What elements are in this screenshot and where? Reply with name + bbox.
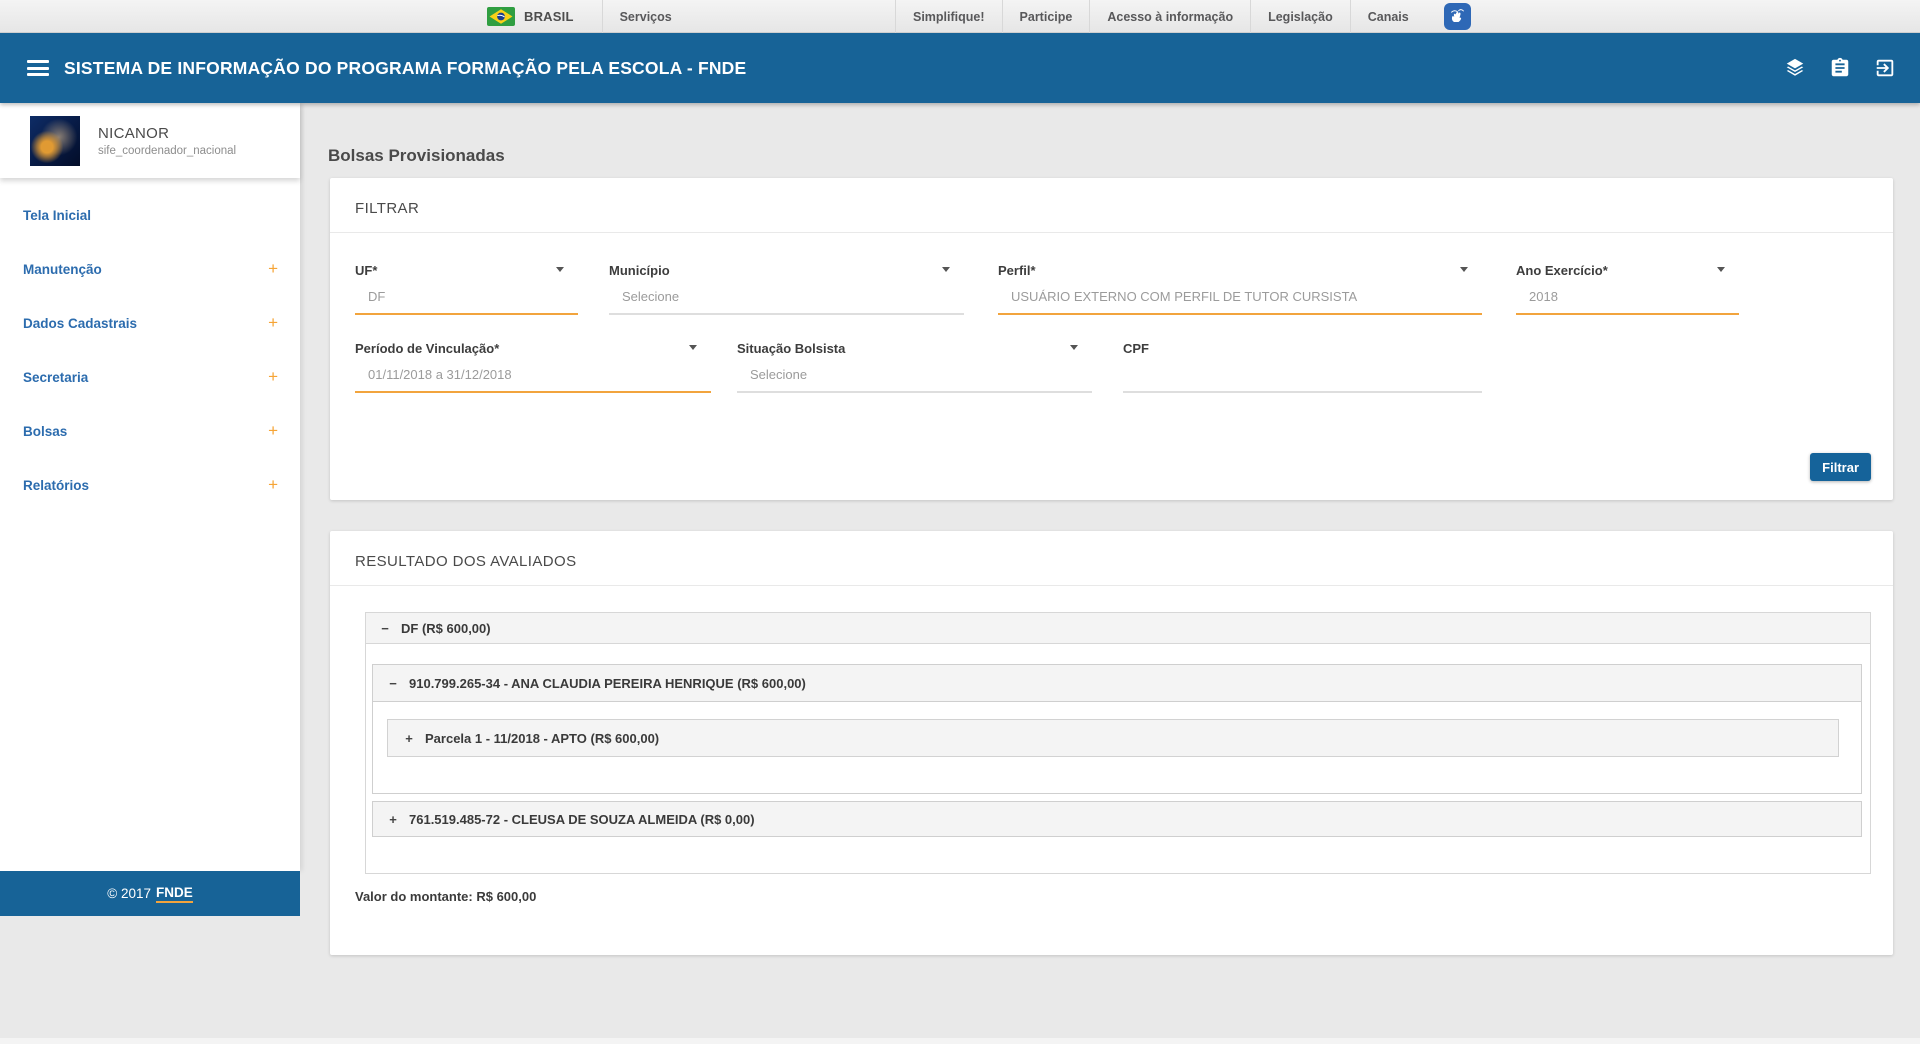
tree-item-header[interactable]: − 910.799.265-34 - ANA CLAUDIA PEREIRA H… bbox=[373, 665, 1861, 702]
situacao-bolsista-select[interactable]: Situação Bolsista Selecione bbox=[737, 341, 1092, 393]
bottom-scroll-strip bbox=[0, 1038, 1920, 1044]
govbar-item-participe[interactable]: Participe bbox=[1001, 0, 1090, 33]
tree-group-label: DF (R$ 600,00) bbox=[401, 620, 491, 636]
sidebar-item-bolsas[interactable]: Bolsas + bbox=[0, 404, 300, 458]
divider bbox=[330, 232, 1893, 233]
tree-item-cleusa[interactable]: + 761.519.485-72 - CLEUSA DE SOUZA ALMEI… bbox=[372, 801, 1862, 837]
uf-select[interactable]: UF* DF bbox=[355, 263, 578, 315]
periodo-vinculacao-select[interactable]: Período de Vinculação* 01/11/2018 a 31/1… bbox=[355, 341, 711, 393]
tree-item-parcela[interactable]: + Parcela 1 - 11/2018 - APTO (R$ 600,00) bbox=[387, 719, 1839, 757]
situacao-bolsista-label: Situação Bolsista bbox=[737, 341, 846, 356]
chevron-down-icon[interactable] bbox=[689, 345, 697, 350]
sidebar-item-manutencao[interactable]: Manutenção + bbox=[0, 242, 300, 296]
expand-plus-icon[interactable]: + bbox=[268, 421, 278, 441]
clipboard-icon[interactable] bbox=[1829, 57, 1851, 79]
chevron-down-icon[interactable] bbox=[1460, 267, 1468, 272]
municipio-select[interactable]: Município Selecione bbox=[609, 263, 964, 315]
ano-exercicio-select[interactable]: Ano Exercício* 2018 bbox=[1516, 263, 1739, 315]
cpf-field[interactable]: CPF bbox=[1123, 341, 1482, 393]
chevron-down-icon[interactable] bbox=[942, 267, 950, 272]
govbar-item-legislacao[interactable]: Legislação bbox=[1250, 0, 1350, 33]
layers-icon[interactable] bbox=[1784, 57, 1806, 79]
filter-heading: FILTRAR bbox=[355, 200, 420, 217]
total-amount: Valor do montante: R$ 600,00 bbox=[355, 889, 537, 904]
tree-item-ana-claudia: − 910.799.265-34 - ANA CLAUDIA PEREIRA H… bbox=[372, 664, 1862, 794]
app-header: SISTEMA DE INFORMAÇÃO DO PROGRAMA FORMAÇ… bbox=[0, 33, 1920, 103]
municipio-value: Selecione bbox=[622, 289, 680, 304]
results-card: RESULTADO DOS AVALIADOS − DF (R$ 600,00)… bbox=[330, 531, 1893, 955]
brasil-flag-icon bbox=[487, 7, 515, 26]
expand-plus-icon[interactable]: + bbox=[387, 812, 399, 827]
sidebar-item-secretaria[interactable]: Secretaria + bbox=[0, 350, 300, 404]
municipio-label: Município bbox=[609, 263, 670, 278]
tree-item-label: 910.799.265-34 - ANA CLAUDIA PEREIRA HEN… bbox=[409, 675, 806, 691]
govbar-item-simplifique[interactable]: Simplifique! bbox=[895, 0, 1002, 33]
sidebar-item-relatorios[interactable]: Relatórios + bbox=[0, 458, 300, 512]
ano-exercicio-label: Ano Exercício* bbox=[1516, 263, 1608, 278]
govbar-item-servicos[interactable]: Serviços bbox=[601, 0, 689, 33]
filtrar-button[interactable]: Filtrar bbox=[1810, 453, 1871, 481]
expand-plus-icon[interactable]: + bbox=[268, 259, 278, 279]
govbar-item-canais[interactable]: Canais bbox=[1349, 0, 1426, 33]
menu-hamburger-icon[interactable] bbox=[27, 57, 49, 80]
chevron-down-icon[interactable] bbox=[1717, 267, 1725, 272]
filter-card: FILTRAR UF* DF Município Selecione Perfi… bbox=[330, 178, 1893, 500]
sidebar-menu: Tela Inicial Manutenção + Dados Cadastra… bbox=[0, 178, 300, 512]
govbar-item-acesso-informacao[interactable]: Acesso à informação bbox=[1089, 0, 1250, 33]
chevron-down-icon[interactable] bbox=[1070, 345, 1078, 350]
expand-plus-icon[interactable]: + bbox=[403, 731, 415, 746]
tree-item-label: Parcela 1 - 11/2018 - APTO (R$ 600,00) bbox=[425, 730, 660, 746]
divider bbox=[330, 585, 1893, 586]
brasil-label[interactable]: BRASIL bbox=[524, 9, 574, 24]
collapse-minus-icon[interactable]: − bbox=[387, 676, 399, 691]
user-avatar bbox=[30, 115, 80, 166]
collapse-minus-icon[interactable]: − bbox=[379, 621, 391, 636]
expand-plus-icon[interactable]: + bbox=[268, 313, 278, 333]
ano-exercicio-value: 2018 bbox=[1529, 289, 1558, 304]
chevron-down-icon[interactable] bbox=[556, 267, 564, 272]
sidebar: NICANOR sife_coordenador_nacional Tela I… bbox=[0, 103, 300, 871]
periodo-vinculacao-label: Período de Vinculação* bbox=[355, 341, 500, 356]
tree-group-df[interactable]: − DF (R$ 600,00) bbox=[366, 613, 1870, 644]
periodo-vinculacao-value: 01/11/2018 a 31/12/2018 bbox=[368, 367, 512, 382]
perfil-label: Perfil* bbox=[998, 263, 1036, 278]
uf-label: UF* bbox=[355, 263, 378, 278]
app-title: SISTEMA DE INFORMAÇÃO DO PROGRAMA FORMAÇ… bbox=[64, 57, 747, 78]
vlibras-accessibility-icon[interactable] bbox=[1443, 3, 1471, 30]
fnde-link[interactable]: FNDE bbox=[155, 885, 193, 903]
expand-plus-icon[interactable]: + bbox=[268, 367, 278, 387]
user-role: sife_coordenador_nacional bbox=[98, 144, 237, 157]
cpf-input[interactable] bbox=[1123, 367, 1482, 391]
situacao-bolsista-value: Selecione bbox=[750, 367, 808, 382]
sidebar-footer: © 2017 FNDE bbox=[0, 871, 300, 916]
user-card: NICANOR sife_coordenador_nacional bbox=[0, 103, 300, 178]
results-heading: RESULTADO DOS AVALIADOS bbox=[355, 553, 577, 570]
results-tree: − DF (R$ 600,00) − 910.799.265-34 - ANA … bbox=[365, 612, 1871, 874]
perfil-value: USUÁRIO EXTERNO COM PERFIL DE TUTOR CURS… bbox=[1011, 289, 1358, 304]
government-bar: BRASIL Serviços Simplifique! Participe A… bbox=[0, 0, 1920, 33]
tree-item-label: 761.519.485-72 - CLEUSA DE SOUZA ALMEIDA… bbox=[409, 811, 755, 827]
sidebar-item-tela-inicial[interactable]: Tela Inicial bbox=[0, 188, 300, 242]
page-title: Bolsas Provisionadas bbox=[328, 146, 505, 165]
user-name: NICANOR bbox=[98, 124, 170, 142]
logout-icon[interactable] bbox=[1874, 57, 1896, 79]
sidebar-item-dados-cadastrais[interactable]: Dados Cadastrais + bbox=[0, 296, 300, 350]
perfil-select[interactable]: Perfil* USUÁRIO EXTERNO COM PERFIL DE TU… bbox=[998, 263, 1482, 315]
expand-plus-icon[interactable]: + bbox=[268, 475, 278, 495]
uf-value: DF bbox=[368, 289, 386, 304]
copyright-text: © 2017 bbox=[107, 886, 151, 901]
cpf-label: CPF bbox=[1123, 341, 1149, 356]
